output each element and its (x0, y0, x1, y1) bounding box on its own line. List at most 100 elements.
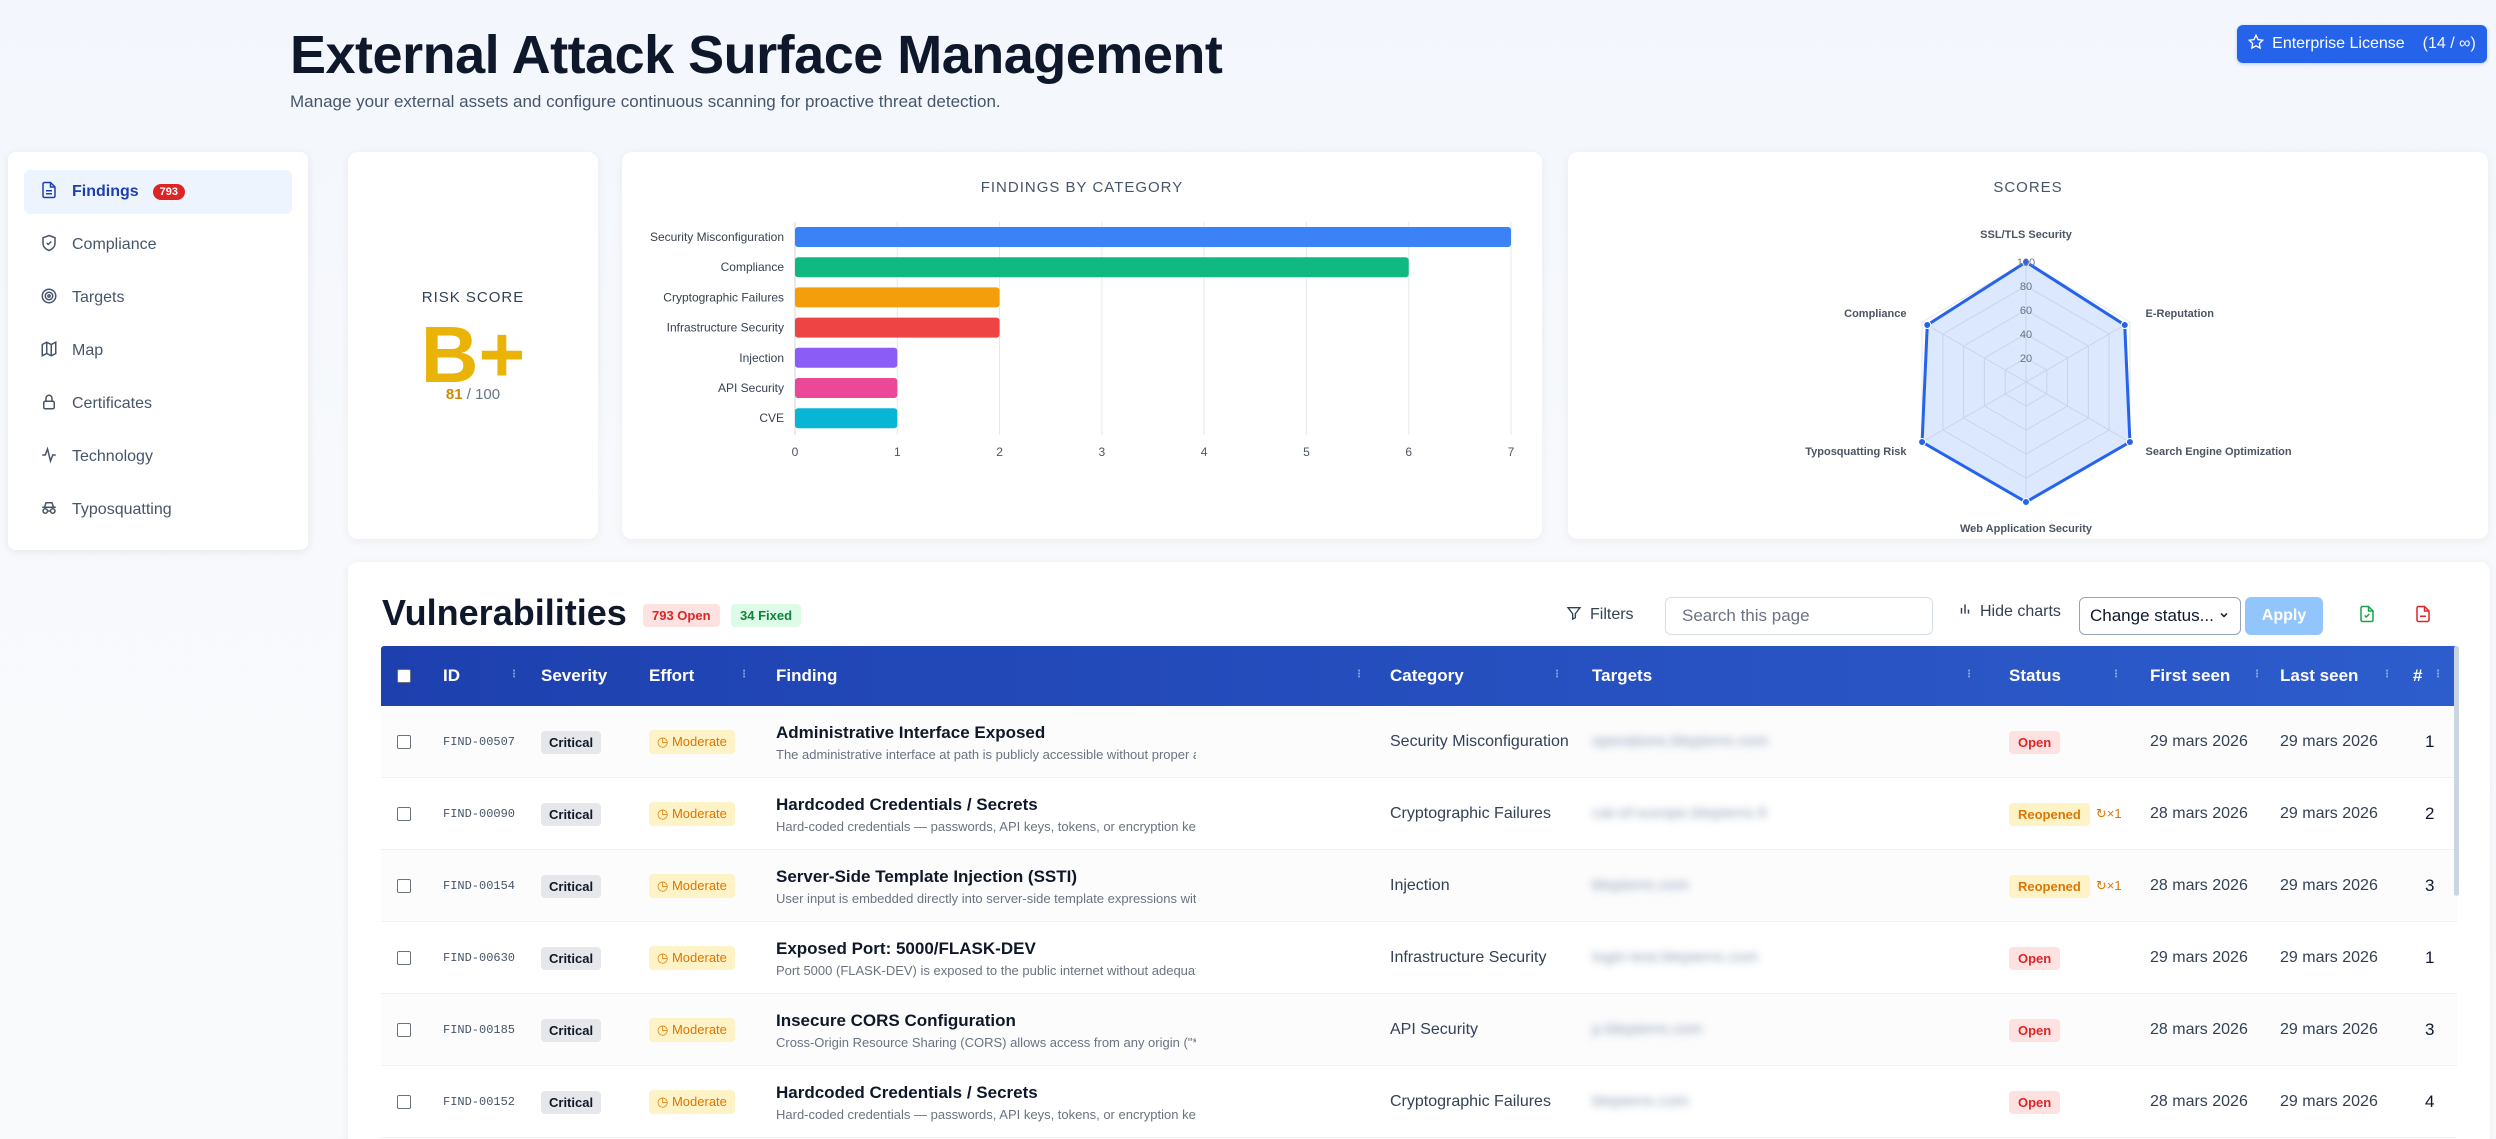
sidebar-item-technology[interactable]: Technology (24, 435, 292, 479)
bar[interactable] (795, 378, 898, 398)
occurrence-count: 1 (2425, 732, 2435, 751)
bar[interactable] (795, 408, 898, 429)
finding-cell[interactable]: Hardcoded Credentials / Secrets Hard-code… (776, 1066, 1196, 1138)
y-tick-label: Compliance (721, 260, 785, 274)
first-seen-date: 28 mars 2026 (2150, 805, 2248, 822)
apply-button[interactable]: Apply (2245, 597, 2323, 635)
last-seen-date: 29 mars 2026 (2280, 949, 2378, 966)
table-row[interactable]: FIND-00090 Critical ◷ Moderate Hardcoded Cr… (381, 778, 2457, 850)
sidebar-item-label: Technology (72, 448, 153, 465)
radar-tick-label: 60 (2020, 305, 2032, 317)
vulnerabilities-panel: Vulnerabilities 793 Open 34 Fixed Filter… (348, 562, 2490, 1139)
x-tick-label: 6 (1405, 445, 1412, 459)
radar-point[interactable] (2022, 498, 2030, 506)
x-tick-label: 4 (1201, 445, 1208, 459)
finding-cell[interactable]: Server-Side Template Injection (SSTI) Use… (776, 850, 1196, 922)
finding-cell[interactable]: Insecure CORS Configuration Cross-Origin … (776, 994, 1196, 1066)
severity-badge: Critical (541, 874, 602, 898)
clock-icon: ◷ (657, 878, 672, 893)
finding-target[interactable]: operations.blepierre.com (1592, 733, 1768, 751)
sidebar-item-targets[interactable]: Targets (24, 276, 292, 320)
table-row[interactable]: FIND-00152 Critical ◷ Moderate Hardcoded Cr… (381, 1066, 2457, 1138)
sidebar-item-label: Compliance (72, 236, 157, 253)
radar-point[interactable] (1923, 321, 1932, 329)
severity-badge: Critical (541, 946, 602, 970)
risk-score-number: 81 (445, 386, 463, 403)
column-header-targets[interactable]: Targets ⋮ (1592, 646, 1974, 706)
reopen-counter: ↻×1 (2095, 878, 2122, 893)
hide-charts-button[interactable]: Hide charts (1958, 602, 2061, 621)
clock-icon: ◷ (657, 950, 672, 965)
finding-target[interactable]: blepierre.com (1592, 1093, 1689, 1111)
search-input[interactable] (1665, 597, 1933, 635)
export-pdf-button[interactable] (2408, 601, 2438, 631)
row-checkbox[interactable] (397, 706, 411, 778)
finding-category: Cryptographic Failures (1390, 805, 1551, 822)
risk-score-label: RISK SCORE (421, 289, 525, 306)
column-header-id[interactable]: ID ⋮ (443, 646, 519, 706)
finding-cell[interactable]: Hardcoded Credentials / Secrets Hard-code… (776, 778, 1196, 850)
license-label: Enterprise License (2272, 35, 2405, 52)
status-badge: Open (2009, 946, 2061, 970)
bar[interactable] (795, 257, 1409, 278)
column-header-finding[interactable]: Finding ⋮ (776, 646, 1364, 706)
clock-icon: ◷ (657, 806, 672, 821)
radar-series-area (1920, 260, 2132, 504)
bar[interactable] (795, 287, 1000, 308)
table-row[interactable]: FIND-00507 Critical ◷ Moderate Administrati… (381, 706, 2457, 778)
y-tick-label: Security Misconfiguration (650, 230, 784, 244)
x-tick-label: 7 (1508, 445, 1515, 459)
filter-icon (1566, 605, 1582, 626)
radar-point[interactable] (2120, 321, 2129, 329)
column-header-category[interactable]: Category ⋮ (1390, 646, 1562, 706)
sidebar-item-map[interactable]: Map (24, 329, 292, 373)
column-header-first-seen[interactable]: First seen ⋮ (2150, 646, 2262, 706)
table-scrollbar[interactable] (2454, 646, 2459, 896)
bar[interactable] (795, 227, 1511, 247)
effort-badge: ◷ Moderate (649, 946, 735, 970)
table-row[interactable]: FIND-00154 Critical ◷ Moderate Server-Side … (381, 850, 2457, 922)
finding-target[interactable]: cat-of-europe.blepierre.fr (1592, 805, 1768, 823)
select-all-checkbox[interactable] (397, 646, 411, 706)
change-status-select[interactable]: Change status... (2079, 597, 2241, 635)
map-icon (40, 340, 58, 363)
risk-score-card: RISK SCORE B+ 81 / 100 (348, 152, 598, 539)
export-excel-button[interactable] (2352, 601, 2382, 631)
finding-target[interactable]: p.blepierre.com (1592, 1021, 1702, 1039)
column-header-effort[interactable]: Effort ⋮ (649, 646, 749, 706)
radar-point[interactable] (2125, 438, 2134, 446)
sidebar-item-label: Typosquatting (72, 501, 172, 518)
radar-point[interactable] (1918, 438, 1927, 446)
sidebar-item-compliance[interactable]: Compliance (24, 223, 292, 267)
sidebar-item-typosquatting[interactable]: Typosquatting (24, 488, 292, 532)
last-seen-date: 29 mars 2026 (2280, 1021, 2378, 1038)
sidebar-item-findings[interactable]: Findings 793 (24, 170, 292, 214)
finding-cell[interactable]: Exposed Port: 5000/FLASK-DEV Port 5000 (F… (776, 922, 1196, 994)
finding-cell[interactable]: Administrative Interface Exposed The admi… (776, 706, 1196, 778)
column-header-last-seen[interactable]: Last seen ⋮ (2280, 646, 2392, 706)
column-header-severity[interactable]: Severity (541, 646, 631, 706)
chevron-down-icon (2218, 606, 2230, 626)
finding-id: FIND-00630 (443, 951, 516, 965)
finding-target[interactable]: login-test.blepierre.com (1592, 949, 1758, 967)
bar[interactable] (795, 347, 898, 368)
filters-button[interactable]: Filters (1566, 602, 1634, 628)
row-checkbox[interactable] (397, 1066, 411, 1138)
bar[interactable] (795, 317, 1000, 338)
last-seen-date: 29 mars 2026 (2280, 1093, 2378, 1110)
column-header-count[interactable]: # ⋮ (2413, 646, 2443, 706)
row-checkbox[interactable] (397, 922, 411, 994)
sidebar: Findings 793 Compliance Targets Map Cert… (8, 152, 308, 550)
row-checkbox[interactable] (397, 778, 411, 850)
finding-description: Hard-coded credentials — passwords, API … (776, 818, 1196, 834)
vulnerabilities-table: ID ⋮ Severity Effort ⋮ Finding ⋮ Category ⋮ … (381, 646, 2457, 1138)
table-row[interactable]: FIND-00630 Critical ◷ Moderate Exposed Port… (381, 922, 2457, 994)
table-row[interactable]: FIND-00185 Critical ◷ Moderate Insecure COR… (381, 994, 2457, 1066)
row-checkbox[interactable] (397, 850, 411, 922)
column-header-status[interactable]: Status ⋮ (2009, 646, 2121, 706)
finding-target[interactable]: blepierre.com (1592, 877, 1689, 895)
clock-icon: ◷ (657, 734, 672, 749)
enterprise-license-button[interactable]: Enterprise License (14 / ∞) (2237, 25, 2487, 63)
row-checkbox[interactable] (397, 994, 411, 1066)
sidebar-item-certificates[interactable]: Certificates (24, 382, 292, 426)
